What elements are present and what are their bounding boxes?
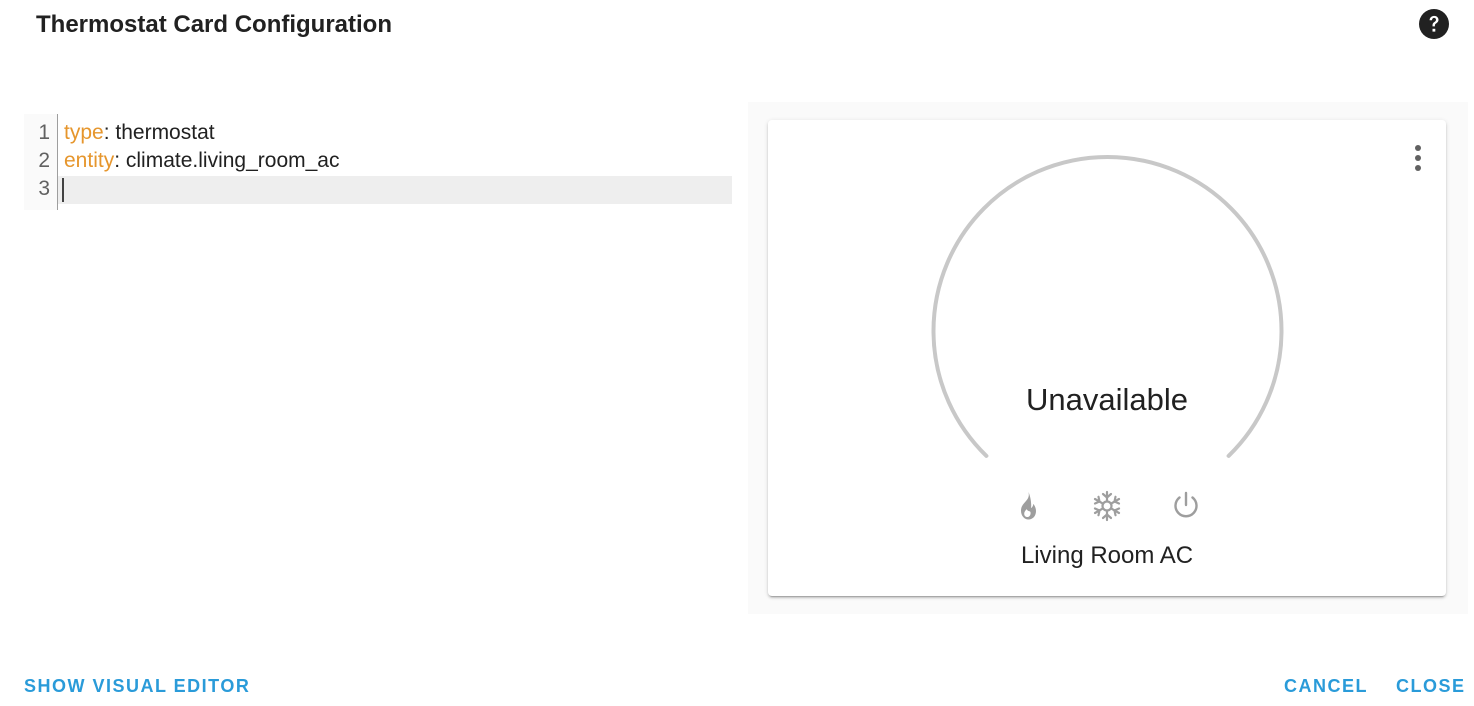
dots-vertical-icon <box>1415 145 1421 171</box>
code-line[interactable]: type: thermostat <box>64 119 215 147</box>
line-number: 2 <box>38 149 50 172</box>
code-line[interactable]: entity: climate.living_room_ac <box>64 147 339 175</box>
yaml-key: entity <box>64 149 115 172</box>
active-line-highlight <box>58 176 732 204</box>
cancel-button[interactable]: CANCEL <box>1284 674 1368 698</box>
snowflake-icon[interactable] <box>1090 488 1124 524</box>
line-number-gutter: 1 2 3 <box>24 114 58 210</box>
text-cursor <box>62 178 64 202</box>
yaml-value: thermostat <box>109 121 215 144</box>
yaml-code-editor[interactable]: 1 2 3 type: thermostat entity: climate.l… <box>24 114 732 210</box>
thermostat-state: Unavailable <box>1026 382 1188 417</box>
hvac-mode-selector <box>1007 488 1207 528</box>
close-button[interactable]: CLOSE <box>1396 674 1466 698</box>
help-button[interactable] <box>1418 8 1450 40</box>
yaml-value: climate.living_room_ac <box>120 149 340 172</box>
help-icon <box>1419 9 1449 39</box>
dialog-title: Thermostat Card Configuration <box>36 11 393 38</box>
card-config-dialog: Thermostat Card Configuration 1 2 3 type… <box>0 0 1474 706</box>
thermostat-card: Unavailable Living Room AC <box>768 120 1446 596</box>
more-options-button[interactable] <box>1412 142 1424 174</box>
show-visual-editor-button[interactable]: SHOW VISUAL EDITOR <box>24 674 250 698</box>
line-number: 3 <box>38 177 50 200</box>
card-preview-panel: Unavailable Living Room AC <box>748 102 1468 614</box>
power-icon[interactable] <box>1169 488 1203 524</box>
yaml-key: type <box>64 121 104 144</box>
entity-name: Living Room AC <box>1020 542 1194 569</box>
line-number: 1 <box>38 121 50 144</box>
fire-icon[interactable] <box>1011 488 1045 524</box>
temperature-dial[interactable] <box>928 150 1286 470</box>
